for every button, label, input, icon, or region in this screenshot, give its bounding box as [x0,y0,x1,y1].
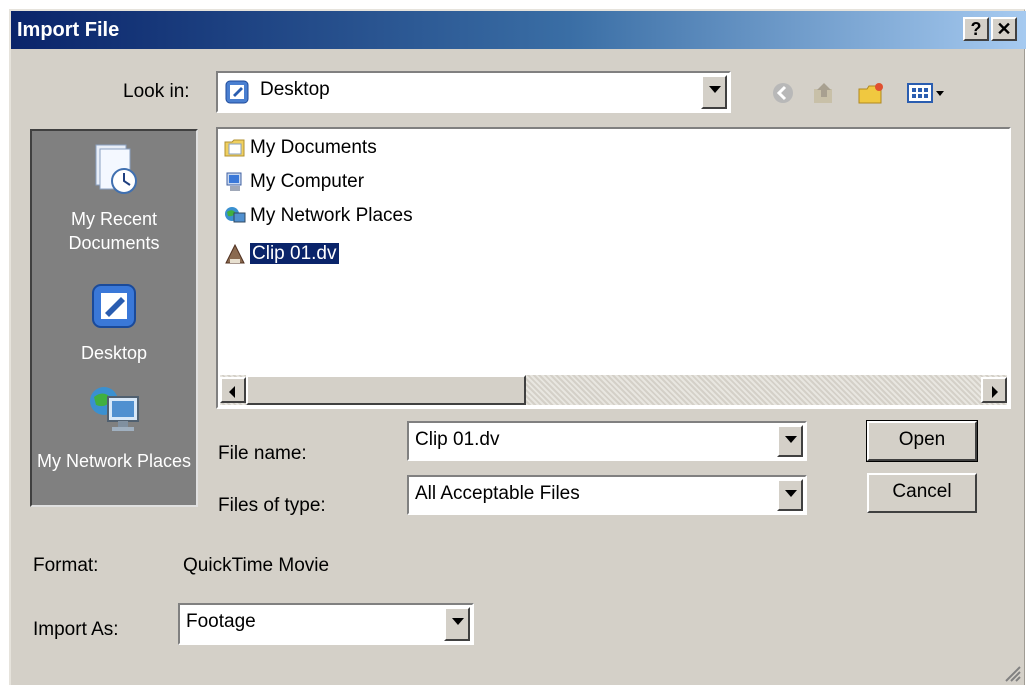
look-in-label: Look in: [123,81,190,102]
window-title: Import File [17,19,120,41]
view-menu-icon[interactable] [906,81,950,111]
recent-documents-icon [32,141,196,203]
desktop-large-icon [32,281,196,337]
cancel-button[interactable]: Cancel [867,473,977,513]
look-in-combo[interactable]: Desktop [216,71,731,113]
folder-documents-icon [224,137,246,159]
title-bar[interactable]: Import File ? ✕ [11,11,1026,49]
place-recent-documents[interactable]: My Recent Documents [32,141,196,255]
import-file-dialog: Import File ? ✕ Look in: Desktop My Rece… [9,9,1026,685]
files-of-type-label: Files of type: [218,495,326,516]
file-name: My Computer [250,171,365,193]
file-item-my-documents[interactable]: My Documents [224,137,377,167]
help-button[interactable]: ? [963,17,989,41]
close-button[interactable]: ✕ [991,17,1017,41]
resize-grip-icon[interactable] [1002,663,1022,683]
import-as-dropdown-icon[interactable] [444,607,470,641]
look-in-value: Desktop [260,79,330,100]
place-label: My Recent Documents [68,209,160,253]
file-list[interactable]: My Documents My Computer My Network Plac… [216,127,1011,409]
format-value: QuickTime Movie [183,555,330,576]
files-of-type-dropdown-icon[interactable] [777,479,803,511]
scroll-right-button[interactable] [981,377,1007,403]
network-places-icon [224,205,246,227]
dv-file-icon [224,243,246,265]
desktop-icon [224,79,250,105]
place-network[interactable]: My Network Places [32,379,196,473]
file-name-value[interactable]: Clip 01.dv [415,429,500,451]
file-name: Clip 01.dv [250,243,339,265]
scroll-left-button[interactable] [220,377,246,403]
file-item-clip-01-dv[interactable]: Clip 01.dv [224,243,339,273]
file-name: My Documents [250,137,377,159]
place-desktop[interactable]: Desktop [32,281,196,365]
look-in-dropdown-icon[interactable] [701,75,727,109]
computer-icon [224,171,246,193]
place-label: My Network Places [36,451,192,471]
new-folder-icon[interactable] [857,81,885,111]
format-label: Format: [33,555,99,576]
file-name-label: File name: [218,443,307,464]
file-item-my-computer[interactable]: My Computer [224,171,364,201]
file-name: My Network Places [250,205,413,227]
file-name-combo[interactable]: Clip 01.dv [407,421,807,461]
places-bar: My Recent Documents Desktop My Network P… [30,129,198,507]
horizontal-scrollbar[interactable] [220,375,1007,405]
files-of-type-combo[interactable]: All Acceptable Files [407,475,807,515]
back-icon[interactable] [771,81,795,111]
network-places-icon [32,379,196,445]
scroll-thumb[interactable] [246,375,526,405]
place-label: Desktop [80,343,148,363]
import-as-label: Import As: [33,619,119,640]
import-as-combo[interactable]: Footage [178,603,474,645]
files-of-type-value: All Acceptable Files [415,483,580,504]
file-name-dropdown-icon[interactable] [777,425,803,457]
file-item-my-network-places[interactable]: My Network Places [224,205,413,235]
open-button[interactable]: Open [866,420,978,462]
up-folder-icon[interactable] [811,81,837,111]
import-as-value: Footage [186,611,256,632]
